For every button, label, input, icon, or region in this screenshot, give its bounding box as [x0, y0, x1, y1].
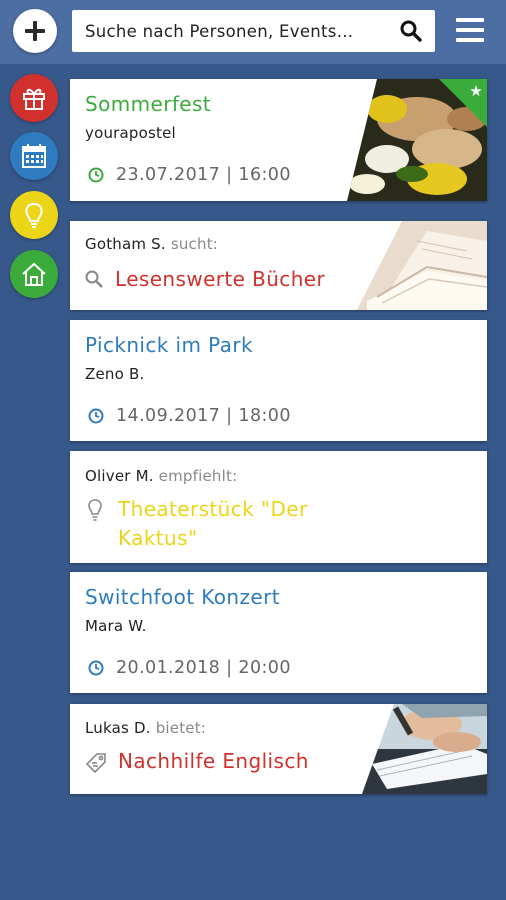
home-icon [22, 262, 46, 286]
card-date: 23.07.2017 | 16:00 [116, 165, 291, 185]
bulb-icon [88, 499, 102, 521]
recommendation-card[interactable]: Oliver M. empfiehlt: Theaterstück "Der K… [70, 451, 487, 563]
card-author: Oliver M. [85, 467, 154, 485]
svg-text:★: ★ [469, 82, 482, 100]
calendar-button[interactable] [10, 132, 58, 180]
add-button[interactable] [13, 9, 57, 53]
card-title: Switchfoot Konzert [85, 585, 280, 609]
card-author: Lukas D. [85, 719, 151, 737]
event-card[interactable]: Switchfoot Konzert Mara W. 20.01.2018 | … [70, 572, 487, 693]
card-title-line2: Kaktus" [118, 526, 198, 550]
offer-card[interactable]: Lukas D. bietet: Nachhilfe Englisch [70, 704, 487, 794]
event-card[interactable]: Picknick im Park Zeno B. 14.09.2017 | 18… [70, 320, 487, 441]
menu-icon[interactable] [456, 18, 484, 42]
tag-icon [85, 753, 106, 774]
card-verb: sucht: [170, 235, 219, 253]
card-verb: bietet: [155, 719, 207, 737]
card-author-line: Oliver M. empfiehlt: [85, 467, 237, 485]
clock-icon [88, 167, 104, 183]
card-title: Picknick im Park [85, 333, 253, 357]
card-date: 20.01.2018 | 20:00 [116, 658, 291, 678]
card-author-line: Lukas D. bietet: [85, 719, 206, 737]
search-request-card[interactable]: Gotham S. sucht: Lesenswerte Bücher [70, 221, 487, 310]
card-author: Gotham S. [85, 235, 166, 253]
card-author-line: Gotham S. sucht: [85, 235, 218, 253]
search-input[interactable]: Suche nach Personen, Events... [72, 10, 435, 52]
search-placeholder: Suche nach Personen, Events... [85, 22, 354, 41]
card-organizer: Zeno B. [85, 365, 145, 383]
clock-icon [88, 408, 104, 424]
gift-button[interactable] [10, 74, 58, 122]
card-organizer: yourapostel [85, 124, 176, 142]
writing-photo [362, 704, 487, 794]
card-verb: empfiehlt: [158, 467, 238, 485]
event-card[interactable]: Sommerfest yourapostel 23.07.2017 | 16:0… [70, 79, 487, 201]
card-date: 14.09.2017 | 18:00 [116, 406, 291, 426]
clock-icon [88, 660, 104, 676]
book-photo [357, 221, 487, 310]
bulb-icon [25, 202, 43, 228]
home-button[interactable] [10, 250, 58, 298]
card-title: Sommerfest [85, 92, 212, 116]
gift-icon [23, 88, 45, 110]
magnifier-icon [85, 270, 103, 288]
card-organizer: Mara W. [85, 617, 147, 635]
top-bar: Suche nach Personen, Events... [0, 0, 506, 64]
food-photo: ★ [347, 79, 487, 201]
search-icon[interactable] [399, 19, 423, 43]
card-title-line1: Theaterstück "Der [118, 497, 308, 521]
card-title: Nachhilfe Englisch [118, 749, 309, 773]
calendar-icon [22, 144, 46, 168]
bulb-button[interactable] [10, 191, 58, 239]
card-title: Lesenswerte Bücher [115, 267, 326, 291]
